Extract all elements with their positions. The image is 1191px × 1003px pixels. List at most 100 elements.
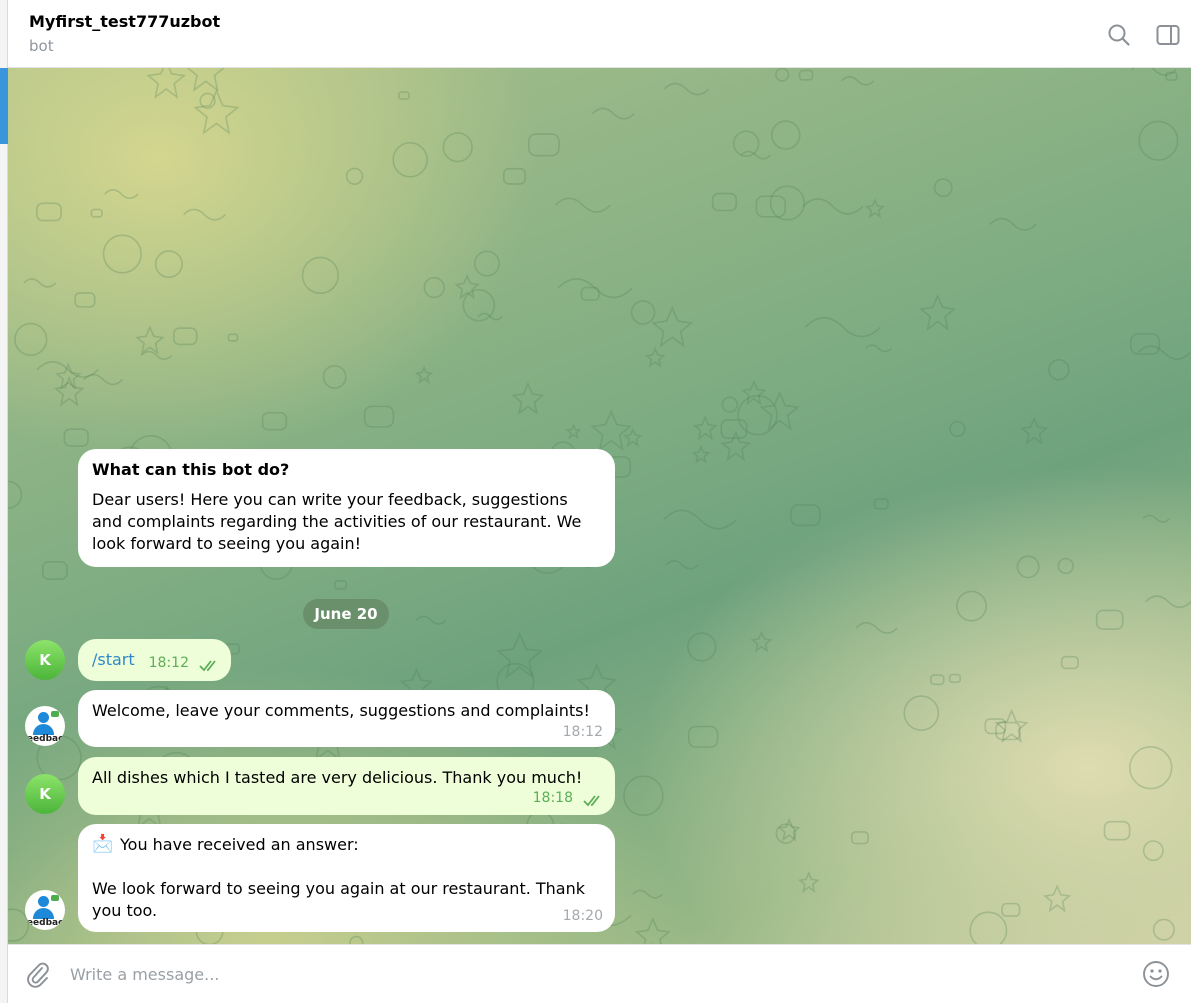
bot-intro-card: What can this bot do? Dear users! Here y… bbox=[78, 449, 615, 567]
wallpaper-doodle bbox=[1060, 655, 1079, 670]
avatar[interactable]: K bbox=[25, 774, 65, 814]
incoming-message[interactable]: 📩 You have received an answer: We look f… bbox=[78, 824, 615, 932]
wallpaper-doodle bbox=[855, 621, 898, 634]
wallpaper-doodle bbox=[691, 444, 711, 464]
wallpaper-doodle bbox=[711, 192, 738, 212]
read-receipt-icon bbox=[583, 795, 600, 807]
incoming-message[interactable]: Welcome, leave your comments, suggestion… bbox=[78, 690, 615, 747]
avatar[interactable]: feedback bbox=[25, 890, 65, 930]
wallpaper-doodle bbox=[989, 217, 1037, 231]
wallpaper-doodle bbox=[511, 381, 545, 415]
message-input[interactable] bbox=[70, 959, 1120, 989]
wallpaper-doodle bbox=[496, 631, 543, 679]
outgoing-message[interactable]: All dishes which I tasted are very delic… bbox=[78, 757, 615, 815]
message-time: 18:18 bbox=[532, 790, 573, 806]
wallpaper-doodle bbox=[41, 561, 68, 580]
wallpaper-doodle bbox=[1152, 918, 1175, 941]
message-time: 18:12 bbox=[148, 655, 189, 671]
wallpaper-doodle bbox=[322, 364, 347, 389]
wallpaper-doodle bbox=[14, 322, 48, 357]
wallpaper-doodle bbox=[557, 278, 633, 299]
wallpaper-doodle bbox=[502, 167, 526, 185]
wallpaper-doodle bbox=[663, 82, 710, 96]
wallpaper-doodle bbox=[1095, 609, 1124, 630]
wallpaper-doodle bbox=[590, 409, 632, 452]
wallpaper-doodle bbox=[1043, 884, 1072, 913]
chat-header[interactable]: Myfirst_test777uzbot bot bbox=[8, 0, 1191, 68]
wallpaper-doodle bbox=[415, 615, 447, 625]
wallpaper-doodle bbox=[1020, 416, 1049, 445]
wallpaper-doodle bbox=[1145, 595, 1191, 609]
wallpaper-doodle bbox=[173, 327, 198, 346]
smiley-icon[interactable] bbox=[1142, 960, 1170, 988]
wallpaper-doodle bbox=[261, 411, 288, 431]
message-time: 18:20 bbox=[562, 908, 603, 924]
wallpaper-doodle bbox=[665, 560, 699, 570]
chat-title[interactable]: Myfirst_test777uzbot bbox=[29, 12, 220, 31]
wallpaper-doodle bbox=[956, 590, 987, 622]
date-separator: June 20 bbox=[303, 599, 389, 629]
wallpaper-doodle bbox=[864, 344, 892, 353]
wallpaper-doodle bbox=[994, 708, 1029, 743]
wallpaper-doodle bbox=[423, 276, 445, 299]
wallpaper-doodle bbox=[102, 234, 142, 274]
wallpaper-doodle bbox=[1138, 120, 1179, 161]
message-text: Welcome, leave your comments, suggestion… bbox=[92, 701, 590, 720]
wallpaper-doodle bbox=[769, 185, 806, 221]
chat-history[interactable]: What can this bot do? Dear users! Here y… bbox=[8, 68, 1191, 944]
message-composer bbox=[8, 944, 1191, 1003]
wallpaper-doodle bbox=[632, 889, 664, 899]
person-icon bbox=[38, 896, 49, 907]
wallpaper-doodle bbox=[349, 935, 364, 944]
side-panel-icon[interactable] bbox=[1155, 22, 1181, 48]
wallpaper-doodle bbox=[919, 293, 957, 331]
wallpaper-doodle bbox=[473, 250, 501, 277]
wallpaper-doodle bbox=[363, 405, 395, 428]
search-icon[interactable] bbox=[1106, 22, 1132, 48]
wallpaper-doodle bbox=[186, 68, 225, 92]
wallpaper-doodle bbox=[777, 818, 801, 842]
wallpaper-doodle bbox=[1001, 902, 1021, 917]
wallpaper-doodle bbox=[414, 365, 434, 384]
wallpaper-doodle bbox=[442, 132, 473, 163]
wallpaper-doodle bbox=[790, 504, 821, 527]
wallpaper-doodle bbox=[797, 871, 820, 893]
chat-bubble-icon bbox=[51, 895, 59, 901]
wallpaper-doodle bbox=[873, 498, 889, 510]
avatar-label: feedback bbox=[25, 734, 65, 744]
wallpaper-doodle bbox=[933, 178, 953, 198]
wallpaper-doodle bbox=[634, 916, 671, 944]
wallpaper-doodle bbox=[864, 198, 885, 219]
outgoing-message[interactable]: /start 18:12 bbox=[78, 639, 231, 681]
wallpaper-doodle bbox=[1048, 359, 1070, 381]
wallpaper-doodle bbox=[227, 333, 239, 342]
envelope-icon: 📩 bbox=[92, 834, 114, 854]
wallpaper-doodle bbox=[687, 632, 717, 662]
wallpaper-doodle bbox=[392, 141, 428, 178]
chat-list-edge bbox=[0, 0, 8, 1003]
wallpaper-doodle bbox=[53, 375, 85, 407]
person-icon bbox=[38, 712, 49, 723]
wallpaper-doodle bbox=[554, 197, 611, 213]
paperclip-icon[interactable] bbox=[25, 961, 51, 989]
wallpaper-doodle bbox=[104, 189, 139, 199]
wallpaper-doodle bbox=[1057, 557, 1074, 575]
wallpaper-doodle bbox=[721, 396, 739, 413]
bot-command-link[interactable]: /start bbox=[92, 649, 135, 671]
wallpaper-doodle bbox=[135, 325, 165, 355]
wallpaper-doodle bbox=[8, 480, 23, 509]
wallpaper-doodle bbox=[334, 580, 348, 590]
wallpaper-doodle bbox=[692, 415, 718, 441]
wallpaper-doodle bbox=[90, 208, 103, 218]
chat-bubble-icon bbox=[51, 711, 59, 717]
avatar[interactable]: K bbox=[25, 640, 65, 680]
wallpaper-doodle bbox=[687, 725, 719, 748]
read-receipt-icon bbox=[199, 660, 216, 672]
message-time: 18:12 bbox=[562, 724, 603, 740]
message-text: All dishes which I tasted are very delic… bbox=[92, 768, 583, 787]
wallpaper-doodle bbox=[802, 198, 864, 215]
wallpaper-doodle bbox=[630, 300, 656, 325]
wallpaper-doodle bbox=[398, 91, 410, 100]
chat-subtitle: bot bbox=[29, 37, 54, 55]
avatar[interactable]: feedback bbox=[25, 706, 65, 746]
